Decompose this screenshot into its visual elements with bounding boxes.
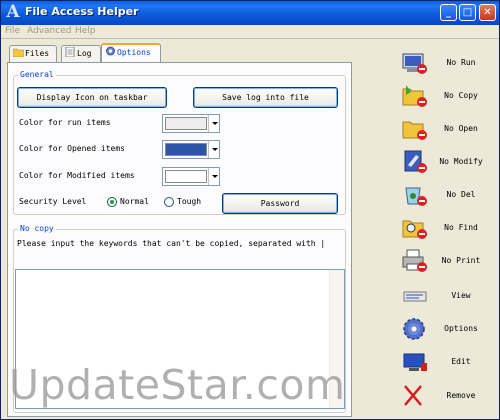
password-button[interactable]: Password	[222, 193, 338, 214]
security-level-label: Security Level	[19, 197, 87, 206]
tab-options[interactable]: Options	[101, 43, 161, 63]
chevron-down-icon[interactable]	[208, 168, 219, 185]
remove-label: Remove	[446, 391, 476, 400]
color-modified-combo[interactable]	[162, 167, 220, 186]
recycle-bin-no-delete-icon	[405, 187, 427, 206]
color-opened-swatch	[165, 143, 207, 156]
view-icon	[403, 291, 427, 302]
no-copy-group-label: No copy	[18, 224, 56, 233]
no-run-label: No Run	[446, 58, 476, 67]
log-icon	[65, 47, 75, 57]
folder-no-copy-icon	[402, 85, 427, 107]
no-del-button[interactable]: No Del	[397, 180, 497, 210]
radio-normal[interactable]	[107, 197, 117, 207]
no-print-button[interactable]: No Print	[397, 246, 497, 276]
no-modify-label: No Modify	[439, 157, 483, 166]
color-modified-swatch	[165, 170, 207, 183]
app-window: A File Access Helper _ □ ✕ File Advanced…	[0, 0, 500, 420]
edit-label: Edit	[451, 357, 471, 366]
general-group-label: General	[18, 70, 56, 79]
document-no-modify-icon	[404, 150, 427, 173]
color-run-label: Color for run items	[19, 118, 111, 127]
menu-file[interactable]: File	[5, 26, 20, 36]
monitor-edit-icon	[403, 353, 427, 371]
red-x-remove-icon	[404, 385, 422, 406]
gear-icon	[403, 318, 425, 340]
no-open-button[interactable]: No Open	[397, 114, 497, 144]
radio-tough[interactable]	[164, 197, 174, 207]
options-button[interactable]: Options	[397, 314, 497, 344]
app-logo-icon: A	[6, 2, 20, 22]
minimize-button[interactable]: _	[440, 4, 457, 21]
no-run-button[interactable]: No Run	[397, 48, 497, 78]
no-del-label: No Del	[446, 190, 476, 199]
options-label: Options	[444, 324, 478, 333]
maximize-button[interactable]: □	[459, 4, 476, 21]
no-find-button[interactable]: No Find	[397, 213, 497, 243]
no-print-label: No Print	[441, 256, 481, 265]
watermark: UpdateStar.com	[9, 361, 346, 409]
menu-help[interactable]: Help	[75, 26, 96, 36]
chevron-down-icon[interactable]	[208, 115, 219, 132]
folder-icon	[13, 48, 24, 57]
no-find-label: No Find	[444, 223, 478, 232]
no-open-label: No Open	[444, 124, 478, 133]
folder-search-no-find-icon	[402, 220, 427, 239]
no-copy-label: No Copy	[444, 91, 478, 100]
no-copy-button[interactable]: No Copy	[397, 81, 497, 111]
edit-button[interactable]: Edit	[397, 347, 497, 377]
menu-advanced[interactable]: Advanced	[27, 26, 71, 36]
save-log-button-label: Save log into file	[222, 93, 309, 102]
color-opened-combo[interactable]	[162, 140, 220, 159]
window-title: File Access Helper	[25, 5, 139, 18]
tab-files[interactable]: Files	[9, 45, 57, 62]
color-modified-label: Color for Modified items	[19, 171, 135, 180]
password-button-label: Password	[260, 199, 300, 208]
color-run-swatch	[165, 117, 207, 130]
view-label: View	[451, 291, 471, 300]
tab-files-label: Files	[25, 49, 50, 58]
close-button[interactable]: ✕	[479, 4, 496, 21]
tab-options-label: Options	[117, 48, 151, 57]
monitor-no-run-icon	[402, 53, 427, 74]
title-bar[interactable]: A File Access Helper _ □ ✕	[1, 1, 499, 25]
tab-log[interactable]: Log	[61, 45, 101, 62]
printer-no-print-icon	[402, 249, 427, 272]
tab-log-label: Log	[77, 49, 92, 58]
remove-button[interactable]: Remove	[397, 381, 497, 411]
color-opened-label: Color for Opened items	[19, 144, 125, 153]
folder-no-open-icon	[402, 121, 427, 140]
gear-icon	[106, 46, 115, 56]
color-run-combo[interactable]	[162, 114, 220, 133]
view-button[interactable]: View	[397, 281, 497, 311]
no-modify-button[interactable]: No Modify	[397, 147, 497, 177]
chevron-down-icon[interactable]	[208, 141, 219, 158]
save-log-button[interactable]: Save log into file	[193, 87, 338, 108]
menu-bar: File Advanced Help	[1, 25, 499, 39]
radio-normal-label[interactable]: Normal	[120, 197, 149, 206]
display-icon-button[interactable]: Display Icon on taskbar	[17, 87, 167, 108]
no-copy-instruction: Please input the keywords that can't be …	[17, 239, 326, 248]
display-icon-button-label: Display Icon on taskbar	[36, 93, 148, 102]
radio-tough-label[interactable]: Tough	[177, 197, 201, 206]
